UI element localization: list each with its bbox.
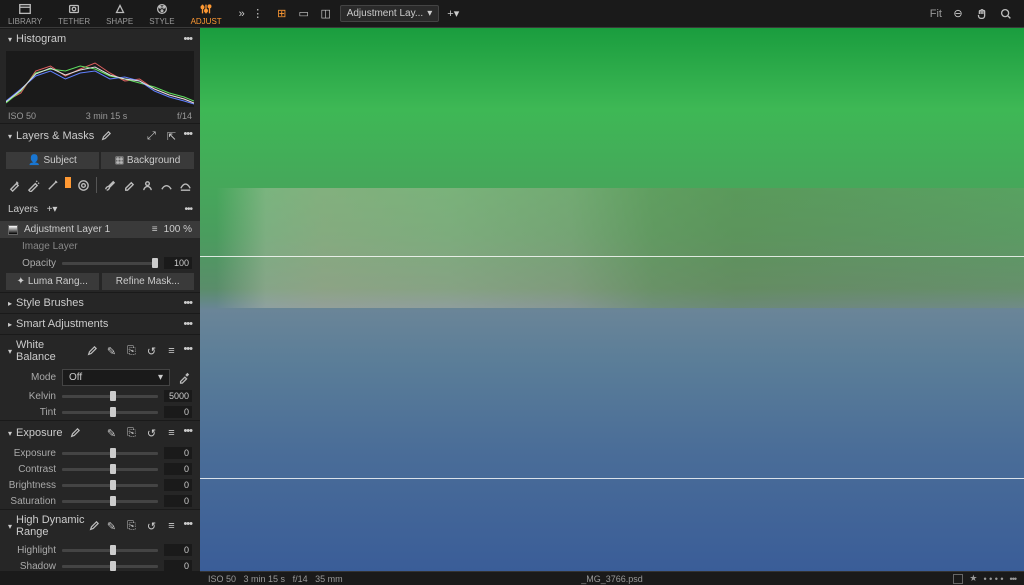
star-rating[interactable]: ★ [969, 573, 977, 584]
rating-dots[interactable]: • • • • [983, 574, 1003, 584]
add-layer-icon[interactable]: +▾ [44, 201, 60, 217]
list-icon[interactable]: ≡ [163, 518, 179, 534]
pencil-icon[interactable] [89, 518, 100, 534]
layers-label: Layers [8, 204, 38, 215]
wb-mode-select[interactable]: Off▾ [62, 369, 170, 386]
exposure-slider[interactable] [62, 452, 158, 455]
sidebar: ▾Histogram ••• ISO 503 min 15 sf/14 ▾Lay… [0, 28, 200, 571]
single-view-icon[interactable]: ▭ [296, 6, 312, 22]
histogram-header[interactable]: ▾Histogram ••• [0, 28, 200, 49]
more-icon[interactable]: ••• [183, 518, 192, 534]
pencil-icon[interactable] [98, 128, 114, 144]
compare-view-icon[interactable]: ◫ [318, 6, 334, 22]
magic-brush-icon[interactable] [8, 177, 21, 193]
more-icon[interactable]: ••• [1010, 574, 1016, 584]
line-mask-icon[interactable] [160, 177, 173, 193]
more-icon[interactable]: ••• [183, 425, 192, 441]
layer-adjustment[interactable]: Adjustment Layer 1 ≡ 100 % [0, 221, 200, 238]
tint-value[interactable]: 0 [164, 406, 192, 418]
refine-mask-button[interactable]: Refine Mask... [102, 273, 195, 290]
kelvin-slider[interactable] [62, 395, 158, 398]
more-icon[interactable]: ••• [183, 33, 192, 45]
link-icon[interactable]: ⇱ [163, 128, 179, 144]
smart-adjustments-header[interactable]: ▸Smart Adjustments••• [0, 313, 200, 334]
opacity-value[interactable]: 100 [164, 257, 192, 269]
gradient-mask-icon[interactable] [65, 177, 71, 188]
more-icon[interactable]: ••• [183, 297, 192, 309]
color-tag-icon[interactable] [953, 574, 963, 584]
more-icon[interactable]: ••• [183, 343, 192, 359]
more-icon[interactable]: ••• [184, 204, 192, 215]
tabs-menu-icon[interactable]: ⋮ [250, 6, 266, 22]
style-brushes-header[interactable]: ▸Style Brushes••• [0, 292, 200, 313]
ai-brush-icon[interactable] [27, 177, 40, 193]
background-button[interactable]: ▦ Background [101, 152, 194, 169]
zoom-out-icon[interactable]: ⊖ [950, 6, 966, 22]
histogram-chart [6, 51, 194, 107]
reset-icon[interactable]: ↺ [143, 425, 159, 441]
more-icon[interactable]: ••• [183, 318, 192, 330]
highlight-slider[interactable] [62, 549, 158, 552]
reset-icon[interactable]: ↺ [143, 343, 159, 359]
curve-mask-icon[interactable] [179, 177, 192, 193]
layer-image[interactable]: Image Layer [0, 238, 200, 255]
copy-icon[interactable]: ⎘ [123, 518, 139, 534]
eyedropper-icon[interactable] [176, 370, 192, 386]
layers-masks-header[interactable]: ▾Layers & Masks ⤢ ⇱ ••• [0, 123, 200, 148]
more-icon[interactable]: ••• [183, 128, 192, 144]
tabs-more-icon[interactable]: » [234, 6, 250, 22]
luma-range-button[interactable]: ✦ Luma Rang... [6, 273, 99, 290]
tab-style[interactable]: STYLE [141, 0, 182, 27]
reset-icon[interactable]: ↺ [143, 518, 159, 534]
add-icon[interactable]: +▾ [445, 6, 461, 22]
image-viewport[interactable] [200, 28, 1024, 571]
face-icon[interactable] [141, 177, 154, 193]
tab-shape[interactable]: SHAPE [98, 0, 141, 27]
white-balance-header[interactable]: ▾White Balance ✎ ⎘ ↺ ≡ ••• [0, 334, 200, 367]
subject-button[interactable]: 👤 Subject [6, 152, 99, 169]
layer-thumb-icon [8, 225, 18, 235]
layer-dropdown[interactable]: Adjustment Lay...▾ [340, 5, 440, 22]
tab-library[interactable]: LIBRARY [0, 0, 50, 27]
list-icon[interactable]: ≡ [163, 425, 179, 441]
tab-adjust[interactable]: ADJUST [183, 0, 230, 27]
copy-icon[interactable]: ⎘ [123, 425, 139, 441]
exposure-header[interactable]: ▾Exposure ✎⎘↺≡••• [0, 420, 200, 445]
list-icon[interactable]: ≡ [163, 343, 179, 359]
tint-slider[interactable] [62, 411, 158, 414]
guide-line[interactable] [200, 478, 1024, 479]
guide-line[interactable] [200, 256, 1024, 257]
status-bar: ISO 50 3 min 15 s f/14 35 mm _MG_3766.ps… [200, 571, 1024, 585]
brush-small-icon[interactable]: ✎ [103, 425, 119, 441]
layer-opts-icon[interactable]: ≡ [152, 224, 158, 235]
grid-view-icon[interactable]: ⊞ [274, 6, 290, 22]
copy-icon[interactable]: ⎘ [123, 343, 139, 359]
kelvin-value[interactable]: 5000 [164, 390, 192, 402]
saturation-slider[interactable] [62, 500, 158, 503]
fit-label[interactable]: Fit [930, 8, 942, 20]
expand-icon[interactable]: ⤢ [143, 128, 159, 144]
contrast-slider[interactable] [62, 468, 158, 471]
hand-icon[interactable] [974, 6, 990, 22]
brightness-slider[interactable] [62, 484, 158, 487]
shadow-slider[interactable] [62, 565, 158, 568]
separator [96, 177, 98, 193]
brush-icon[interactable] [103, 177, 116, 193]
radial-mask-icon[interactable] [77, 177, 90, 193]
eraser-icon[interactable] [122, 177, 135, 193]
pencil-icon[interactable] [85, 343, 100, 359]
search-icon[interactable] [998, 6, 1014, 22]
tab-tether[interactable]: TETHER [50, 0, 98, 27]
brush-small-icon[interactable]: ✎ [103, 518, 119, 534]
histogram-labels: ISO 503 min 15 sf/14 [0, 109, 200, 123]
filename: _MG_3766.psd [581, 574, 643, 584]
hdr-header[interactable]: ▾High Dynamic Range ✎⎘↺≡••• [0, 509, 200, 542]
brush-small-icon[interactable]: ✎ [103, 343, 119, 359]
pencil-icon[interactable] [67, 425, 83, 441]
wand-icon[interactable] [46, 177, 59, 193]
opacity-slider[interactable] [62, 262, 158, 265]
